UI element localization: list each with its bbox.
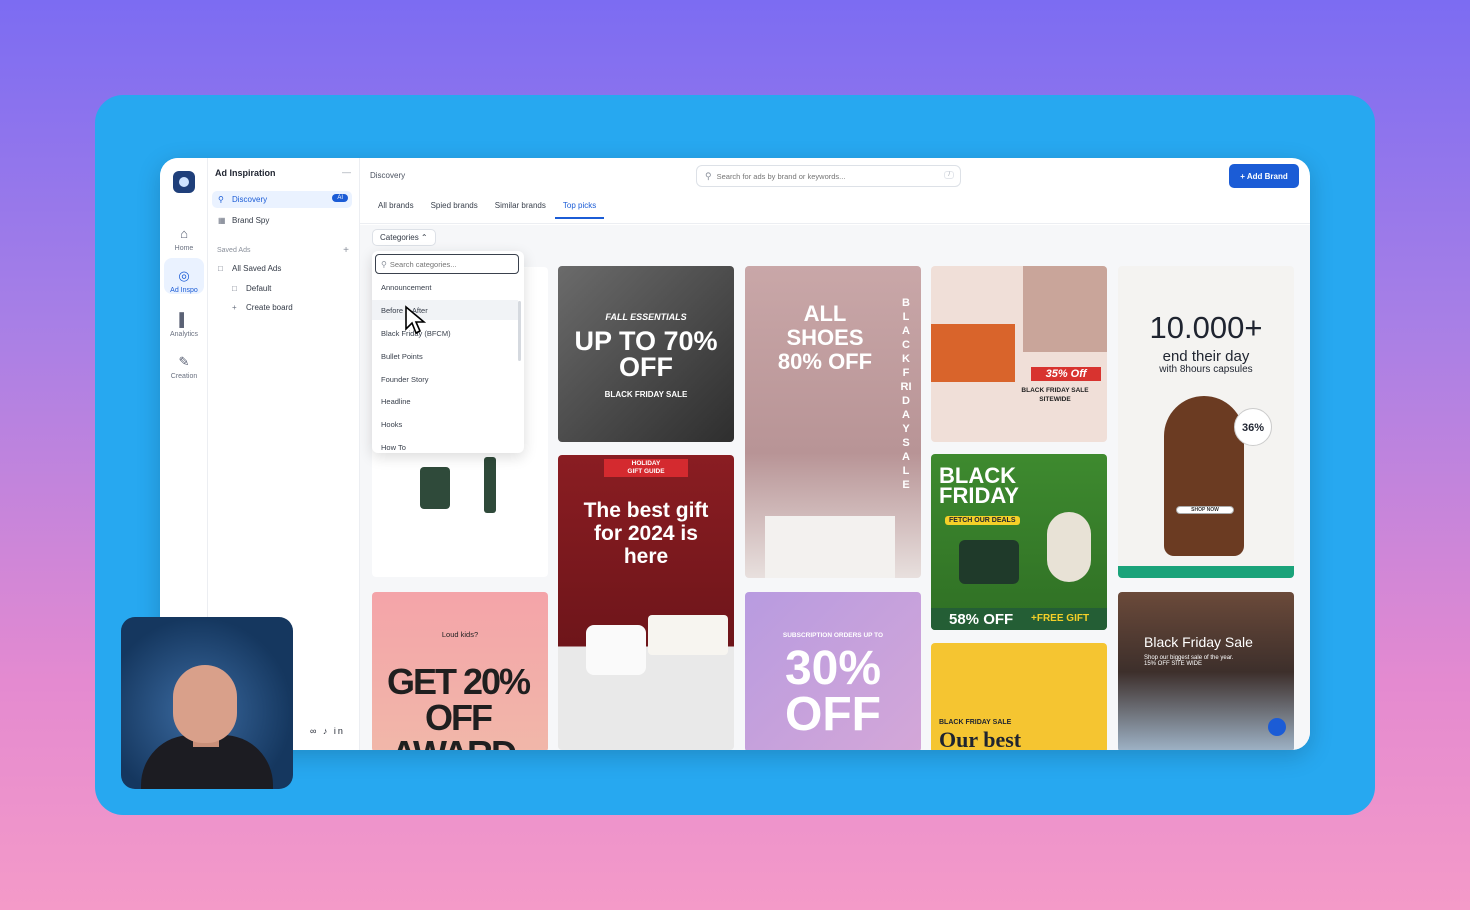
trustpilot-bar	[1118, 566, 1294, 578]
product-jar	[420, 467, 450, 509]
photo-tile	[1023, 266, 1107, 352]
category-item[interactable]: Founder Story	[372, 369, 518, 389]
chevron-up-icon: ⌃	[420, 233, 428, 242]
hand-photo	[1164, 396, 1244, 556]
panel-title: Ad Inspiration	[215, 168, 276, 178]
ai-badge: AI	[332, 194, 348, 202]
category-item[interactable]: Announcement	[372, 277, 518, 297]
shortcut-icon: /	[944, 171, 954, 179]
list-icon: ▦	[218, 216, 226, 225]
create-board-button[interactable]: + Create board	[226, 299, 352, 316]
folder-icon: □	[218, 264, 223, 273]
app-window: ⌂ Home ◎ Ad Inspo ▌ Analytics ✎ Creation…	[160, 158, 1310, 750]
nav-all-saved-ads[interactable]: □ All Saved Ads	[212, 260, 352, 277]
pen-icon: ✎	[178, 354, 190, 369]
search-input[interactable]	[716, 171, 937, 181]
nav-brand-spy[interactable]: ▦ Brand Spy	[212, 212, 352, 229]
search-icon: ⚲	[218, 195, 224, 204]
mouse-cursor-icon	[405, 305, 426, 335]
ad-card-our-best[interactable]: BLACK FRIDAY SALE Our best	[931, 643, 1107, 750]
pillow	[586, 625, 646, 675]
rail-creation[interactable]: ✎ Creation	[164, 344, 204, 381]
ad-card-beauty[interactable]: 35% Off BLACK FRIDAY SALE SITEWIDE	[931, 266, 1107, 442]
tab-similar-brands[interactable]: Similar brands	[487, 198, 554, 219]
category-item[interactable]: Black Friday (BFCM)	[372, 323, 518, 343]
add-saved-icon[interactable]: +	[343, 245, 349, 256]
ad-grid: Categories ⌃ ⚲ Announcement Before & Aft…	[360, 225, 1310, 750]
category-search[interactable]: ⚲	[375, 254, 519, 274]
search-icon: ⚲	[705, 170, 712, 181]
saved-ads-heading: Saved Ads	[217, 247, 251, 254]
category-item[interactable]: Bullet Points	[372, 346, 518, 366]
tab-bar: All brands Spied brands Similar brands T…	[370, 198, 605, 219]
tab-spied-brands[interactable]: Spied brands	[423, 198, 486, 219]
nav-default-folder[interactable]: □ Default	[226, 280, 352, 297]
product-tube	[484, 457, 496, 513]
ad-card-all-shoes[interactable]: ALL SHOES 80% OFF BLACK FRIDAY SALE	[745, 266, 921, 578]
offer-bar: 58% OFF +FREE GIFT	[931, 608, 1107, 630]
chat-icon[interactable]	[1268, 718, 1286, 736]
main-header: Discovery ⚲ / + Add Brand All brands Spi…	[360, 158, 1310, 224]
rail-home[interactable]: ⌂ Home	[164, 216, 204, 253]
search-icon: ⚲	[381, 259, 387, 269]
photo-tile	[931, 324, 1015, 382]
ad-card-black-friday-dog[interactable]: BLACK FRIDAY FETCH OUR DEALS 58% OFF +FRE…	[931, 454, 1107, 630]
rail-ad-inspo[interactable]: ◎ Ad Inspo	[164, 258, 204, 294]
category-item[interactable]: How To	[372, 437, 518, 453]
ad-card-gift-guide[interactable]: HOLIDAY GIFT GUIDE The best gift for 2024…	[558, 455, 734, 750]
category-item[interactable]: Headline	[372, 391, 518, 411]
plus-icon: +	[232, 303, 237, 312]
ad-search[interactable]: ⚲ /	[696, 165, 961, 187]
dropdown-scrollbar[interactable]	[518, 301, 521, 361]
nav-discovery[interactable]: ⚲ Discovery AI	[212, 191, 352, 208]
shoe-pedestal	[765, 516, 895, 578]
folder-icon: □	[232, 284, 237, 293]
collapse-icon[interactable]: —	[342, 167, 351, 177]
social-icons[interactable]: ∞ ♪ in	[310, 726, 345, 736]
ad-card-capsules[interactable]: 10.000+ end their day with 8hours capsul…	[1118, 266, 1294, 578]
sleep-mask	[648, 615, 728, 655]
tab-top-picks[interactable]: Top picks	[554, 198, 605, 219]
app-logo[interactable]	[173, 171, 195, 193]
breadcrumb: Discovery	[370, 171, 406, 180]
ad-card-subscription[interactable]: SUBSCRIPTION ORDERS UP TO 30% OFF	[745, 592, 921, 750]
presenter-head	[173, 665, 237, 743]
home-icon: ⌂	[180, 226, 188, 241]
category-item[interactable]: Hooks	[372, 414, 518, 434]
bar-chart-icon: ▌	[179, 312, 189, 327]
target-icon: ◎	[178, 268, 190, 283]
tab-all-brands[interactable]: All brands	[370, 198, 422, 219]
product-tub	[959, 540, 1019, 584]
webcam-overlay	[121, 617, 293, 789]
categories-dropdown: ⚲ Announcement Before & After Black Frid…	[372, 251, 524, 453]
dog-photo	[1047, 512, 1091, 582]
ad-card-loop-black-friday[interactable]: Black Friday Sale Shop our biggest sale …	[1118, 592, 1294, 750]
ad-card-loud-kids[interactable]: Loud kids? GET 20% OFF AWARD-	[372, 592, 548, 750]
ad-card-fall-essentials[interactable]: FALL ESSENTIALS UP TO 70% OFF BLACK FRID…	[558, 266, 734, 442]
add-brand-button[interactable]: + Add Brand	[1229, 164, 1299, 188]
categories-button[interactable]: Categories ⌃	[372, 229, 436, 246]
category-search-input[interactable]	[389, 259, 510, 269]
main-area: Discovery ⚲ / + Add Brand All brands Spi…	[360, 158, 1310, 750]
category-item[interactable]: Before & After	[372, 300, 518, 320]
rail-analytics[interactable]: ▌ Analytics	[164, 302, 204, 339]
